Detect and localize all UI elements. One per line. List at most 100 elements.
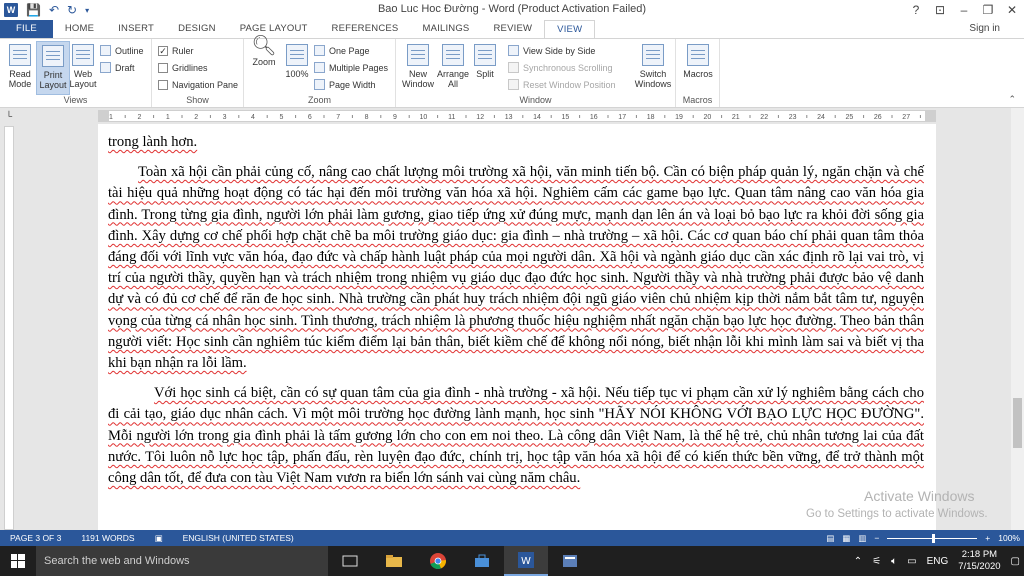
app-taskbar-icon	[563, 555, 577, 567]
switch-windows-button[interactable]: Switch Windows	[632, 41, 674, 95]
notifications-icon[interactable]: ▢	[1011, 556, 1020, 567]
start-button[interactable]	[0, 546, 36, 576]
zoom-button[interactable]: 🔍︎ Zoom	[248, 36, 280, 95]
minimize-button[interactable]: –	[952, 0, 976, 20]
undo-icon[interactable]: ↶	[49, 3, 59, 17]
ruler-number: 27	[902, 114, 910, 121]
page-width-label: Page Width	[329, 79, 376, 90]
page-count[interactable]: PAGE 3 OF 3	[0, 533, 71, 543]
tab-file[interactable]: FILE	[0, 20, 53, 38]
macros-group: Macros Macros	[676, 39, 720, 107]
web-layout-button[interactable]: Web Layout	[66, 41, 100, 95]
collapse-ribbon-icon[interactable]: ⌃	[1008, 94, 1016, 105]
print-layout-view-icon[interactable]: ▦	[842, 533, 850, 544]
watermark-line-2: Go to Settings to activate Windows.	[806, 508, 988, 520]
proofing-icon[interactable]: ▣	[145, 533, 173, 544]
synchronous-scrolling-button[interactable]: Synchronous Scrolling	[508, 60, 613, 75]
zoom-100-icon	[286, 44, 308, 66]
draft-button[interactable]: Draft	[100, 60, 135, 75]
new-window-button[interactable]: New Window	[400, 41, 436, 95]
ruler-number: 1	[166, 114, 170, 121]
vertical-scrollbar[interactable]	[1011, 108, 1024, 530]
read-mode-view-icon[interactable]: ▤	[826, 533, 834, 544]
word-count[interactable]: 1191 WORDS	[71, 533, 144, 543]
scrollbar-thumb[interactable]	[1013, 398, 1022, 448]
zoom-group-label: Zoom	[307, 95, 331, 105]
language-status[interactable]: ENGLISH (UNITED STATES)	[173, 533, 304, 543]
tab-selector[interactable]: └	[0, 109, 18, 123]
read-mode-icon	[9, 44, 31, 66]
zoom-level[interactable]: 100%	[998, 533, 1020, 543]
gridlines-checkbox[interactable]: Gridlines	[158, 60, 208, 75]
multiple-pages-button[interactable]: Multiple Pages	[314, 60, 388, 75]
paragraph-2: Với học sinh cá biệt, cần có sự quan tâm…	[108, 383, 924, 489]
file-explorer-button[interactable]	[372, 546, 416, 576]
tab-insert[interactable]: INSERT	[106, 20, 166, 38]
tab-view[interactable]: VIEW	[544, 20, 596, 38]
paragraph-0-text: trong lành hơn.	[108, 134, 198, 150]
clock[interactable]: 2:18 PM 7/15/2020	[958, 549, 1000, 573]
document-body[interactable]: trong lành hơn. Toàn xã hội cần phải củn…	[108, 124, 924, 489]
zoom-slider-thumb[interactable]	[932, 533, 936, 543]
arrange-all-button[interactable]: Arrange All	[436, 41, 470, 95]
word-app-icon[interactable]: W	[4, 3, 18, 17]
horizontal-ruler[interactable]: 1 2 1 2 3 4 5 6 7 8 9 10 11 12 13 14 15 16 17 18 19 20 21 22 23 2…	[98, 110, 936, 122]
tab-mailings[interactable]: MAILINGS	[410, 20, 481, 38]
view-side-by-side-button[interactable]: View Side by Side	[508, 43, 595, 58]
document-page[interactable]: trong lành hơn. Toàn xã hội cần phải củn…	[98, 124, 936, 534]
battery-icon[interactable]: ▭	[907, 556, 916, 567]
tab-design[interactable]: DESIGN	[166, 20, 228, 38]
help-button[interactable]: ?	[904, 0, 928, 20]
app-taskbar-button[interactable]	[548, 546, 592, 576]
zoom-100-button[interactable]: 100%	[282, 41, 312, 95]
tab-review[interactable]: REVIEW	[481, 20, 544, 38]
vertical-ruler[interactable]	[4, 126, 14, 530]
word-taskbar-button[interactable]: W	[504, 546, 548, 576]
network-icon[interactable]: ⚟	[872, 556, 881, 567]
ruler-number: 18	[647, 114, 655, 121]
read-mode-label: Read Mode	[8, 69, 32, 89]
one-page-button[interactable]: One Page	[314, 43, 370, 58]
close-button[interactable]: ✕	[1000, 0, 1024, 20]
store-button[interactable]	[460, 546, 504, 576]
outline-button[interactable]: Outline	[100, 43, 144, 58]
ruler-checkbox[interactable]: ✓ Ruler	[158, 43, 194, 58]
web-layout-view-icon[interactable]: ▥	[858, 533, 866, 544]
taskbar-search[interactable]: Search the web and Windows	[36, 546, 328, 576]
customize-qat-icon[interactable]: ▾	[85, 6, 89, 15]
chrome-button[interactable]	[416, 546, 460, 576]
synchronous-scrolling-icon	[508, 62, 519, 73]
new-window-icon	[407, 44, 429, 66]
svg-text:W: W	[521, 556, 531, 567]
tab-home[interactable]: HOME	[53, 20, 106, 38]
navigation-pane-checkbox[interactable]: Navigation Pane	[158, 77, 238, 92]
zoom-in-button[interactable]: +	[985, 533, 990, 543]
title-bar: W 💾 ↶ ↻ ▾ Bao Luc Hoc Đường - Word (Prod…	[0, 0, 1024, 20]
zoom-slider[interactable]	[887, 533, 978, 543]
outline-icon	[100, 45, 111, 56]
macros-label: Macros	[683, 69, 713, 79]
page-width-button[interactable]: Page Width	[314, 77, 376, 92]
read-mode-button[interactable]: Read Mode	[3, 41, 37, 95]
chrome-icon	[430, 553, 446, 570]
redo-icon[interactable]: ↻	[67, 3, 77, 17]
input-language[interactable]: ENG	[927, 556, 949, 567]
ribbon-display-options-button[interactable]: ⊡	[928, 0, 952, 20]
status-bar: PAGE 3 OF 3 1191 WORDS ▣ ENGLISH (UNITED…	[0, 530, 1024, 546]
macros-button[interactable]: Macros	[680, 41, 716, 95]
save-icon[interactable]: 💾	[26, 3, 41, 17]
task-view-button[interactable]	[328, 546, 372, 576]
reset-window-position-button[interactable]: Reset Window Position	[508, 77, 616, 92]
show-hidden-icons-icon[interactable]: ⌃	[854, 556, 862, 567]
volume-icon[interactable]: 🔈︎	[891, 556, 897, 567]
print-layout-button[interactable]: Print Layout	[36, 41, 70, 95]
sign-in-link[interactable]: Sign in	[969, 20, 1000, 38]
one-page-label: One Page	[329, 45, 370, 56]
split-button[interactable]: Split	[470, 41, 500, 95]
maximize-button[interactable]: ❐	[976, 0, 1000, 20]
zoom-out-button[interactable]: −	[874, 533, 879, 543]
word-taskbar-icon: W	[518, 552, 534, 568]
tab-references[interactable]: REFERENCES	[320, 20, 411, 38]
status-right: ▤ ▦ ▥ − + 100%	[826, 530, 1020, 546]
window-group-label: Window	[519, 95, 552, 105]
